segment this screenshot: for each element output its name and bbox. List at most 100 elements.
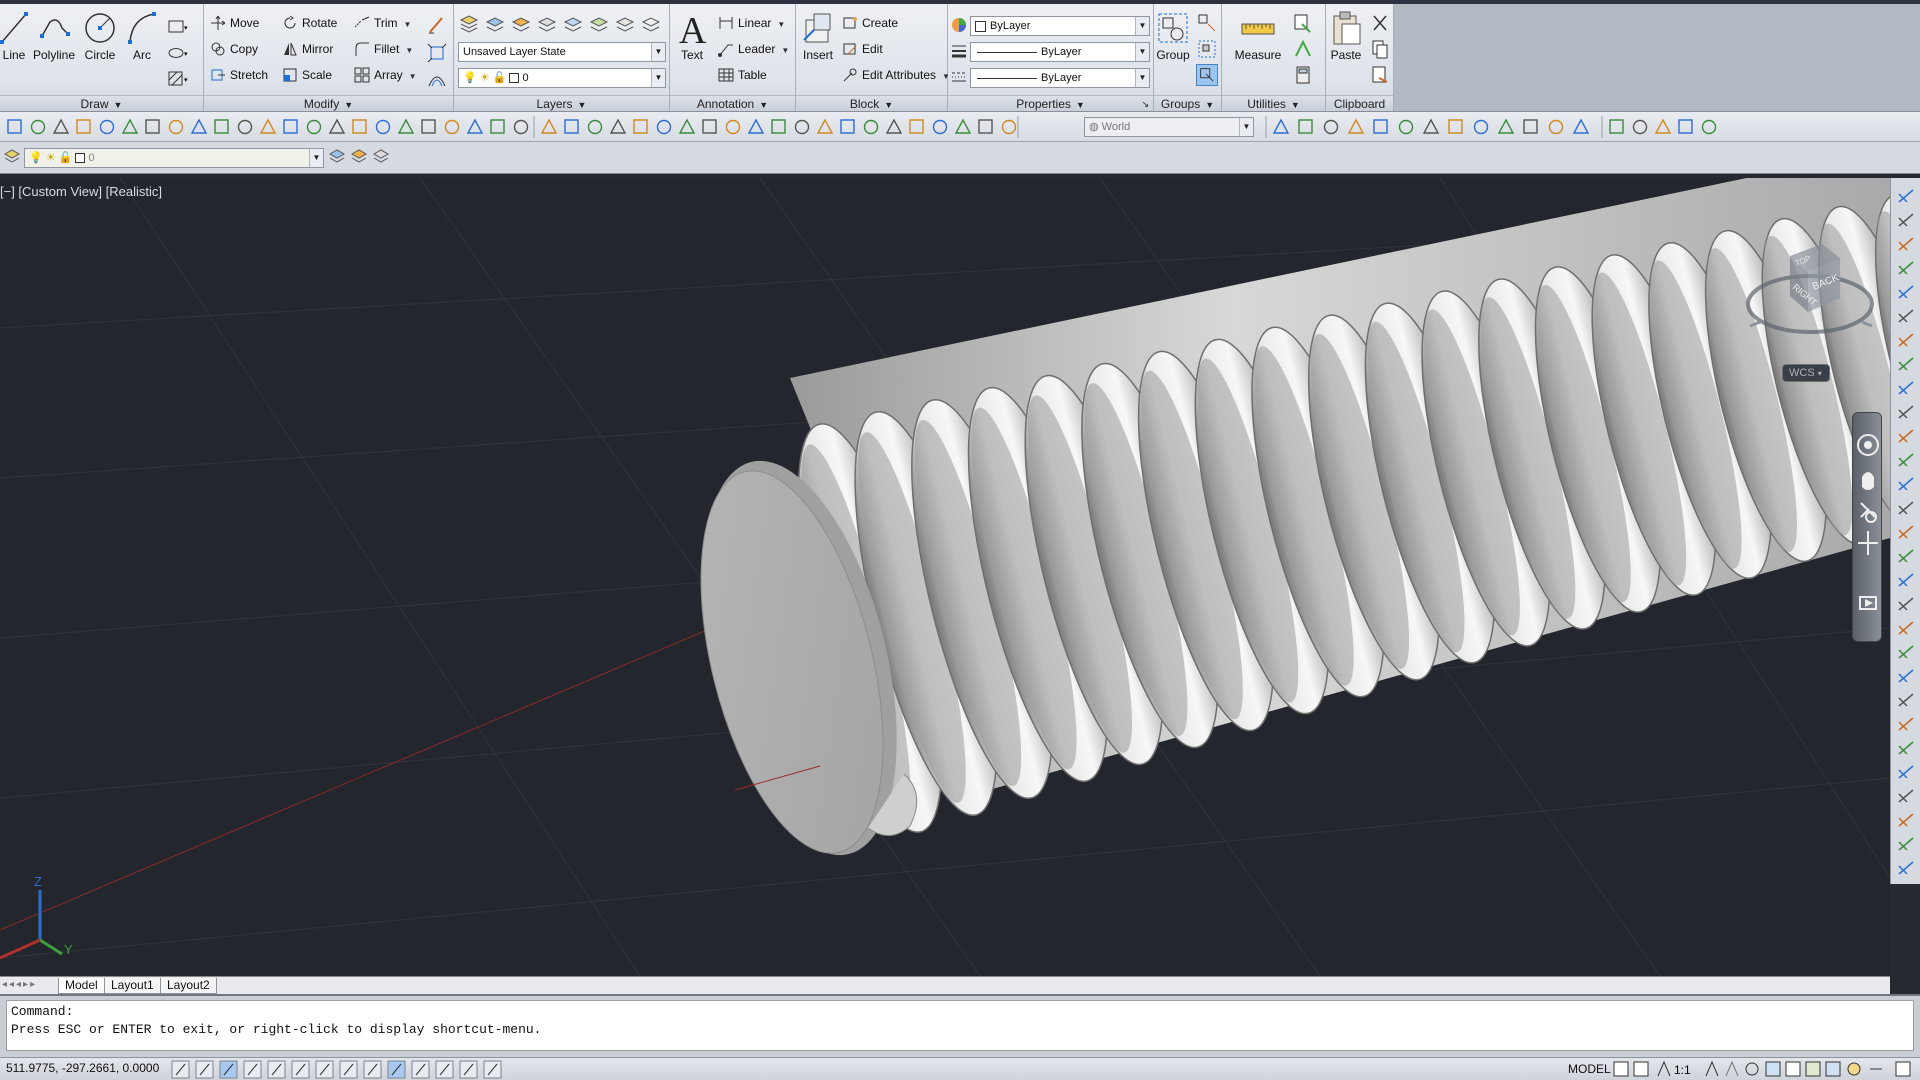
modeling-tool-icon[interactable] [1272,118,1290,134]
palette-tool-icon[interactable] [1898,717,1914,731]
layer-unlock-icon[interactable] [640,14,662,36]
modeling-tool-icon[interactable] [609,118,627,134]
modeling-tool-icon[interactable] [1654,118,1672,134]
palette-tool-icon[interactable] [1898,429,1914,443]
modeling-tool-icon[interactable] [816,118,834,134]
viewcube[interactable]: TOP RIGHT BACK [1740,226,1880,346]
modeling-tool-icon[interactable] [352,119,367,134]
modeling-tool-icon[interactable] [725,119,741,135]
modeling-tool-icon[interactable] [1001,119,1017,135]
color-dropdown[interactable]: ByLayer ▼ [970,16,1150,36]
trim-button[interactable]: Trim ▼ [352,12,411,34]
paste-button[interactable]: Paste [1326,10,1366,62]
draw-panel-title[interactable]: Draw ▼ [0,95,203,111]
ungroup-icon[interactable] [1196,12,1218,34]
modeling-tool-icon[interactable] [1422,118,1440,134]
properties-panel-title[interactable]: Properties ▼ ↘ [948,95,1153,111]
modeling-tool-icon[interactable] [1323,119,1339,135]
layer-off-icon[interactable] [588,14,610,36]
scale-button[interactable]: Scale [280,64,332,86]
modeling-tool-icon[interactable] [168,119,184,135]
group-selection-icon[interactable] [1196,64,1218,86]
modeling-tool-icon[interactable] [978,119,993,134]
modeling-tool-icon[interactable] [7,119,22,134]
layer-previous-toolbar-icon[interactable] [350,148,368,166]
coordinate-readout[interactable]: 511.9775, -297.2661, 0.0000 [6,1061,159,1075]
modeling-tool-icon[interactable] [1347,118,1365,134]
modeling-tool-icon[interactable] [1398,119,1414,135]
layer-state-dropdown[interactable]: Unsaved Layer State ▼ [458,42,666,62]
edit-attributes-button[interactable]: Edit Attributes ▼ [840,64,950,86]
palette-tool-icon[interactable] [1898,453,1914,467]
group-button[interactable]: Group [1154,10,1192,62]
copy-with-basepoint-icon[interactable] [1369,64,1391,86]
modeling-tool-icon[interactable] [375,119,391,135]
linetype-dropdown[interactable]: ByLayer ▼ [970,68,1150,88]
modeling-tool-icon[interactable] [52,118,70,134]
status-toggle-button[interactable] [315,1060,334,1079]
hatch-icon[interactable]: ▾ [166,68,188,90]
modeling-tool-icon[interactable] [863,119,879,135]
modeling-tool-icon[interactable] [283,119,298,134]
palette-tool-icon[interactable] [1898,573,1914,587]
insert-button[interactable]: Insert [796,10,840,62]
lineweight-dropdown[interactable]: ByLayer ▼ [970,42,1150,62]
modeling-tool-icon[interactable] [932,119,948,135]
status-toggle-button[interactable] [291,1060,310,1079]
modeling-tool-icon[interactable] [794,119,810,135]
table-button[interactable]: Table [716,64,767,86]
palette-tool-icon[interactable] [1898,405,1914,419]
offset-icon[interactable] [426,68,448,90]
id-point-icon[interactable] [1292,38,1314,60]
tab-navigation-arrows[interactable]: ◂◂◂▸▸ [2,979,37,990]
utilities-panel-title[interactable]: Utilities ▼ [1222,95,1325,111]
leader-button[interactable]: Leader ▼ [716,38,789,60]
make-current-icon[interactable] [328,148,346,166]
tab-model[interactable]: Model [58,978,105,994]
text-button[interactable]: A Text [670,10,714,62]
modeling-tool-icon[interactable] [587,119,603,135]
groups-panel-title[interactable]: Groups ▼ [1154,95,1221,111]
modeling-tool-icon[interactable] [1298,119,1313,134]
modify-panel-title[interactable]: Modify ▼ [204,95,453,111]
modeling-tool-icon[interactable] [1701,119,1717,135]
ucs-dropdown[interactable]: ◍ World ▼ [1084,117,1254,137]
tab-layout1[interactable]: Layout1 [104,978,161,994]
modeling-tool-icon[interactable] [1632,119,1648,135]
palette-tool-icon[interactable] [1898,357,1914,371]
copy-clip-icon[interactable] [1369,38,1391,60]
stretch-button[interactable]: Stretch [208,64,268,86]
layer-toolbar-dropdown[interactable]: 💡 ☀ 🔓 0 ▼ [24,148,324,168]
status-toggle-button[interactable] [459,1060,478,1079]
palette-tool-icon[interactable] [1898,261,1914,275]
annotation-scale[interactable]: 1:1 [1674,1063,1691,1077]
rectangle-icon[interactable]: ▾ [166,16,188,38]
palette-tool-icon[interactable] [1898,381,1914,395]
palette-tool-icon[interactable] [1898,669,1914,683]
status-toggle-button[interactable] [435,1060,454,1079]
modeling-tool-icon[interactable] [237,119,253,135]
layer-manager-icon[interactable] [3,148,21,166]
modeling-tool-icon[interactable] [540,118,558,134]
copy-button[interactable]: Copy [208,38,258,60]
fillet-button[interactable]: Fillet ▼ [352,38,413,60]
modeling-tool-icon[interactable] [1609,119,1624,134]
viewport-controls-label[interactable]: [−] [Custom View] [Realistic] [0,184,162,199]
layers-panel-title[interactable]: Layers ▼ [454,95,669,111]
modeling-tool-icon[interactable] [444,119,460,135]
modeling-tool-icon[interactable] [840,119,855,134]
modeling-tool-icon[interactable] [306,119,322,135]
move-button[interactable]: Move [208,12,259,34]
tab-layout2[interactable]: Layout2 [160,978,217,994]
panel-launcher-icon[interactable]: ↘ [1141,96,1149,112]
palette-tool-icon[interactable] [1898,693,1914,707]
palette-tool-icon[interactable] [1898,765,1914,779]
modeling-tool-icon[interactable] [1473,119,1489,135]
modeling-tool-icon[interactable] [1572,118,1590,134]
palette-tool-icon[interactable] [1898,213,1914,227]
palette-tool-icon[interactable] [1898,861,1914,875]
ellipse-icon[interactable]: ▾ [166,42,188,64]
rotate-button[interactable]: Rotate [280,12,337,34]
status-toggle-button[interactable] [195,1060,214,1079]
array-button[interactable]: Array ▼ [352,64,417,86]
